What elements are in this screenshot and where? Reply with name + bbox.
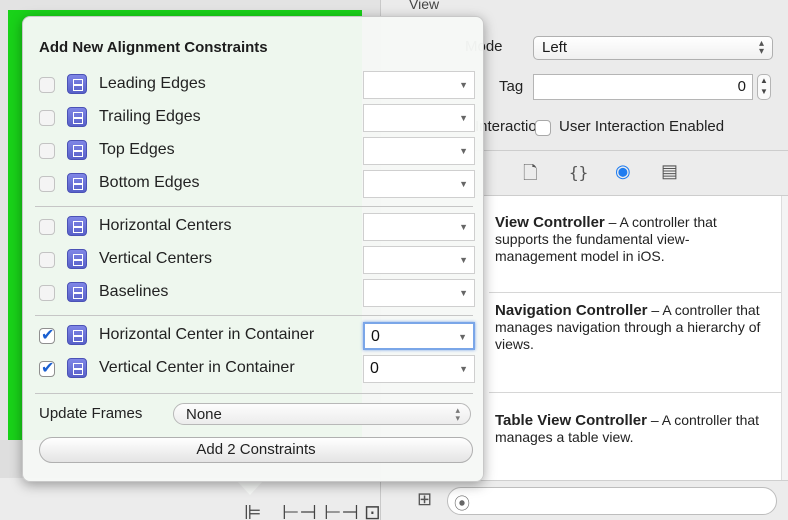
filter-icon: ⦿ bbox=[454, 496, 471, 513]
horizontal-center-container-icon bbox=[67, 325, 87, 345]
bottom-edges-offset[interactable]: ▼ bbox=[363, 170, 475, 198]
constraint-row-vertical-center-container: Vertical Center in Container 0▼ bbox=[23, 355, 483, 383]
bottom-edges-checkbox[interactable] bbox=[39, 176, 55, 192]
tag-field[interactable]: 0 bbox=[533, 74, 753, 100]
constraint-label: Trailing Edges bbox=[99, 108, 201, 125]
chevron-down-icon: ▼ bbox=[459, 80, 468, 90]
chevron-down-icon: ▼ bbox=[459, 255, 468, 265]
alignment-popover: Add New Alignment Constraints Leading Ed… bbox=[22, 16, 484, 482]
constraint-row-leading-edges: Leading Edges ▼ bbox=[23, 71, 483, 99]
object-library-icon[interactable]: ◉ bbox=[615, 161, 631, 182]
add-constraints-button[interactable]: Add 2 Constraints bbox=[39, 437, 473, 463]
divider bbox=[35, 393, 473, 394]
constraint-row-horizontal-centers: Horizontal Centers ▼ bbox=[23, 213, 483, 241]
leading-edges-offset[interactable]: ▼ bbox=[363, 71, 475, 99]
list-item[interactable]: Table View Controller – A controller tha… bbox=[495, 412, 765, 446]
chevron-down-icon: ▼ bbox=[459, 222, 468, 232]
trailing-edges-offset[interactable]: ▼ bbox=[363, 104, 475, 132]
top-edges-checkbox[interactable] bbox=[39, 143, 55, 159]
bottom-edges-icon bbox=[67, 173, 87, 193]
update-frames-value: None bbox=[186, 406, 222, 423]
update-frames-popup[interactable]: None ▴ ▾ bbox=[173, 403, 471, 425]
constraint-label: Horizontal Center in Container bbox=[99, 326, 315, 343]
media-icon[interactable]: ▤ bbox=[661, 161, 678, 182]
grid-view-icon[interactable]: ⊞ bbox=[417, 489, 432, 510]
tag-label: Tag bbox=[499, 78, 524, 95]
popover-title: Add New Alignment Constraints bbox=[39, 39, 268, 56]
library-item-name: Table View Controller bbox=[495, 412, 647, 429]
horizontal-centers-icon bbox=[67, 216, 87, 236]
constraint-row-horizontal-center-container: Horizontal Center in Container 0▼ bbox=[23, 322, 483, 350]
popup-arrows-icon: ▴ ▾ bbox=[758, 38, 764, 57]
horizontal-centers-offset[interactable]: ▼ bbox=[363, 213, 475, 241]
constraint-label: Bottom Edges bbox=[99, 174, 200, 191]
horizontal-center-container-checkbox[interactable] bbox=[39, 325, 55, 344]
vertical-center-container-icon bbox=[67, 358, 87, 378]
mode-value: Left bbox=[542, 39, 568, 56]
pin-icon[interactable]: ⊢⊣ bbox=[282, 500, 317, 520]
resizing-icon[interactable]: ⊡ bbox=[364, 500, 381, 520]
vertical-center-container-checkbox[interactable] bbox=[39, 358, 55, 377]
constraint-row-trailing-edges: Trailing Edges ▼ bbox=[23, 104, 483, 132]
horizontal-center-container-offset[interactable]: 0 ▼ bbox=[363, 322, 475, 350]
chevron-down-icon: ▼ bbox=[459, 113, 468, 123]
library-item-name: View Controller bbox=[495, 214, 605, 231]
leading-edges-checkbox[interactable] bbox=[39, 77, 55, 93]
chevron-down-icon: ▼ bbox=[459, 146, 468, 156]
update-frames-label: Update Frames bbox=[39, 405, 143, 422]
constraint-row-baselines: Baselines ▼ bbox=[23, 279, 483, 307]
file-icon[interactable]: 🗋 bbox=[523, 161, 537, 191]
list-item[interactable]: Navigation Controller – A controller tha… bbox=[495, 302, 765, 353]
align-icon[interactable]: ⊫ bbox=[244, 500, 261, 520]
constraint-label: Leading Edges bbox=[99, 75, 206, 92]
chevron-down-icon: ▼ bbox=[459, 288, 468, 298]
popup-arrows-icon: ▴ ▾ bbox=[455, 405, 460, 423]
constraint-label: Top Edges bbox=[99, 141, 175, 158]
divider bbox=[489, 292, 781, 293]
user-interaction-checkbox[interactable] bbox=[535, 120, 551, 136]
constraint-label: Horizontal Centers bbox=[99, 217, 232, 234]
library-filter-bar: ⊞ ⦿ bbox=[381, 480, 788, 520]
library-item-name: Navigation Controller bbox=[495, 302, 648, 319]
divider bbox=[35, 315, 473, 316]
scrollbar[interactable] bbox=[781, 196, 788, 480]
filter-field[interactable]: ⦿ bbox=[447, 487, 777, 515]
trailing-edges-icon bbox=[67, 107, 87, 127]
chevron-down-icon: ▼ bbox=[459, 364, 468, 374]
inspector-section-title: View bbox=[409, 0, 440, 12]
constraint-row-top-edges: Top Edges ▼ bbox=[23, 137, 483, 165]
constraint-label: Vertical Centers bbox=[99, 250, 212, 267]
list-item[interactable]: View Controller – A controller that supp… bbox=[495, 214, 765, 265]
trailing-edges-checkbox[interactable] bbox=[39, 110, 55, 126]
constraint-row-vertical-centers: Vertical Centers ▼ bbox=[23, 246, 483, 274]
constraint-label: Vertical Center in Container bbox=[99, 359, 295, 376]
baselines-checkbox[interactable] bbox=[39, 285, 55, 301]
vertical-centers-offset[interactable]: ▼ bbox=[363, 246, 475, 274]
divider bbox=[35, 206, 473, 207]
constraint-row-bottom-edges: Bottom Edges ▼ bbox=[23, 170, 483, 198]
popover-arrow bbox=[236, 480, 264, 495]
vertical-center-container-offset[interactable]: 0 ▼ bbox=[363, 355, 475, 383]
tag-stepper[interactable]: ▲ ▼ bbox=[757, 74, 771, 100]
chevron-down-icon: ▼ bbox=[459, 179, 468, 189]
baselines-offset[interactable]: ▼ bbox=[363, 279, 475, 307]
braces-icon[interactable]: {} bbox=[569, 163, 588, 182]
user-interaction-label: User Interaction Enabled bbox=[559, 118, 725, 135]
mode-popup[interactable]: Left ▴ ▾ bbox=[533, 36, 773, 60]
divider bbox=[489, 392, 781, 393]
top-edges-icon bbox=[67, 140, 87, 160]
baselines-icon bbox=[67, 282, 87, 302]
leading-edges-icon bbox=[67, 74, 87, 94]
chevron-down-icon: ▼ bbox=[458, 332, 467, 342]
vertical-centers-checkbox[interactable] bbox=[39, 252, 55, 268]
resolve-icon[interactable]: ⊢⊣ bbox=[324, 500, 359, 520]
top-edges-offset[interactable]: ▼ bbox=[363, 137, 475, 165]
horizontal-centers-checkbox[interactable] bbox=[39, 219, 55, 235]
vertical-centers-icon bbox=[67, 249, 87, 269]
constraint-label: Baselines bbox=[99, 283, 169, 300]
